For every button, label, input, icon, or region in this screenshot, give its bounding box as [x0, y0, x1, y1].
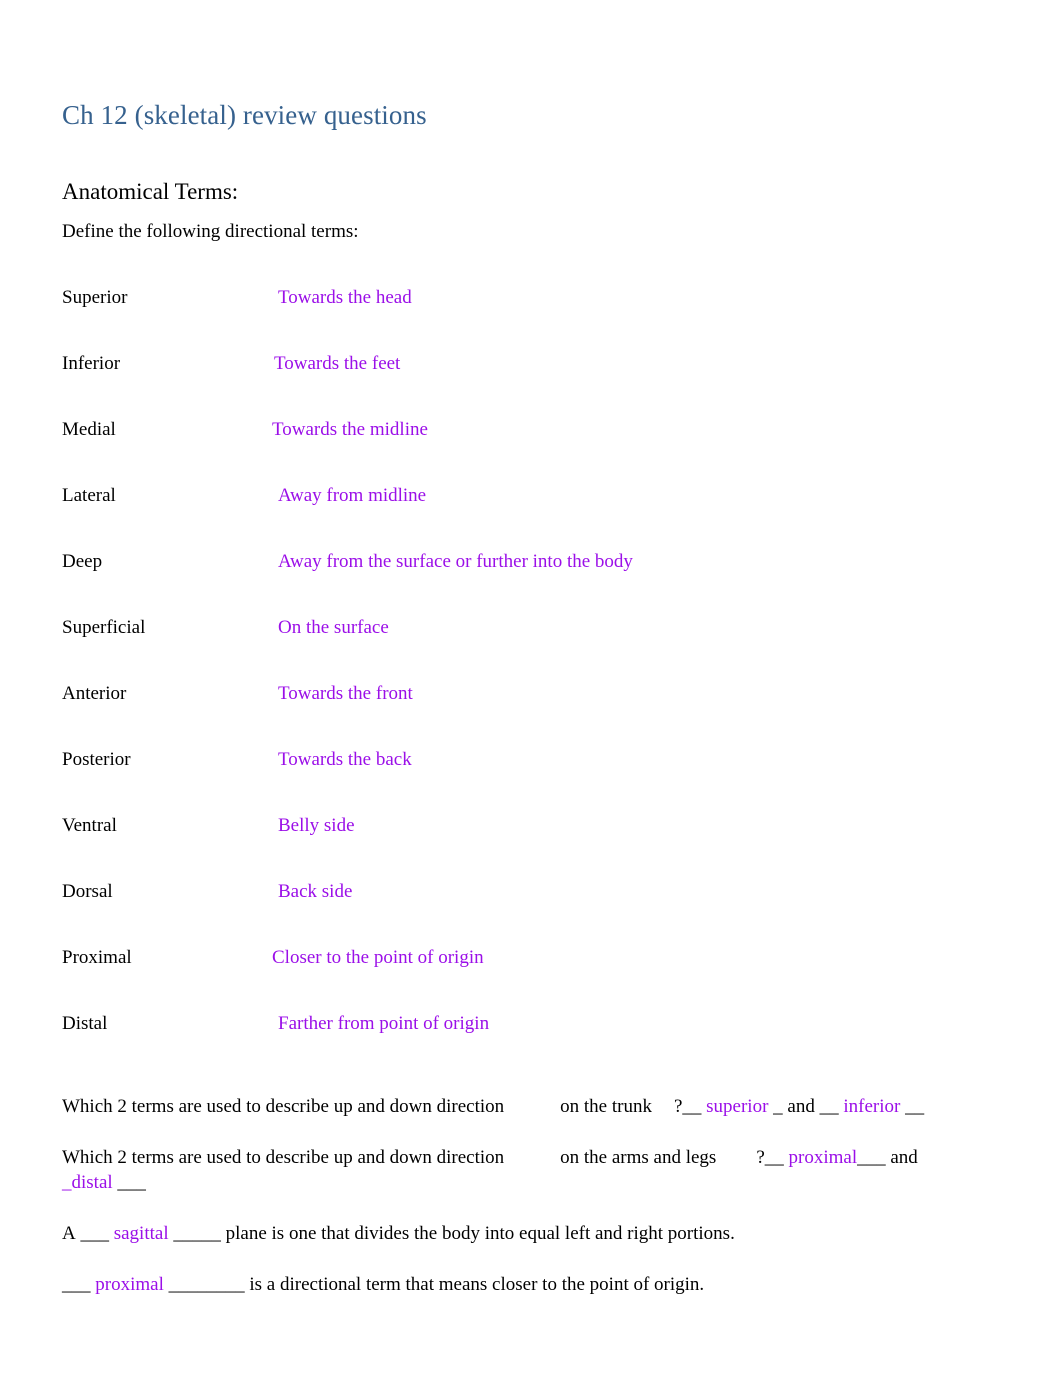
answer-blank: __: [905, 1096, 925, 1117]
term-definition: Towards the feet: [274, 353, 401, 374]
term-definition: Away from midline: [278, 485, 427, 506]
section-heading-anatomical-terms: Anatomical Terms:: [62, 179, 239, 204]
instruction-text: Define the following directional terms:: [62, 221, 359, 242]
term-label: Superior: [62, 287, 128, 308]
term-row: Medial Towards the midline: [62, 418, 1000, 484]
answer-blank: ___: [117, 1172, 146, 1193]
term-label: Ventral: [62, 815, 117, 836]
document-page: Ch 12 (skeletal) review questions Anatom…: [0, 0, 1062, 1377]
term-label: Anterior: [62, 683, 127, 704]
term-row: Ventral Belly side: [62, 814, 1000, 880]
answer-blank-leading: _: [62, 1172, 72, 1193]
conjunction: and: [787, 1096, 815, 1117]
term-row: Anterior Towards the front: [62, 682, 1000, 748]
sentence-suffix: is a directional term that means closer …: [249, 1274, 705, 1295]
term-label: Medial: [62, 419, 116, 440]
answer-text: proximal: [95, 1274, 164, 1295]
term-label: Inferior: [62, 353, 121, 374]
answer-blank: __: [819, 1096, 839, 1117]
answer-text: proximal: [788, 1147, 858, 1168]
question-marker: ?: [756, 1147, 765, 1168]
question-stem: Which 2 terms are used to describe up an…: [62, 1147, 505, 1168]
term-row: Deep Away from the surface or further in…: [62, 550, 1000, 616]
question-proximal-definition: ___ proximal ________ is a directional t…: [62, 1272, 1000, 1297]
term-definition: On the surface: [278, 617, 389, 638]
term-row: Distal Farther from point of origin: [62, 1012, 1000, 1078]
answer-text: distal: [71, 1172, 113, 1193]
sentence-suffix: plane is one that divides the body into …: [225, 1223, 735, 1244]
conjunction: and: [890, 1147, 918, 1168]
term-label: Deep: [62, 551, 103, 572]
term-definition: Away from the surface or further into th…: [278, 551, 633, 572]
answer-blank: __: [764, 1147, 784, 1168]
term-definition: Closer to the point of origin: [272, 947, 484, 968]
term-row: Dorsal Back side: [62, 880, 1000, 946]
term-label: Superficial: [62, 617, 146, 638]
term-definition: Back side: [278, 881, 353, 902]
answer-blank: ________: [168, 1274, 245, 1295]
term-label: Dorsal: [62, 881, 113, 902]
question-trunk-direction: Which 2 terms are used to describe up an…: [62, 1094, 1000, 1119]
answer-text: superior: [706, 1096, 769, 1117]
fill-in-questions: Which 2 terms are used to describe up an…: [62, 1094, 1000, 1297]
question-context: on the trunk: [560, 1096, 652, 1117]
term-definition: Towards the back: [278, 749, 412, 770]
answer-blank: ___: [62, 1274, 91, 1295]
term-definition: Towards the head: [278, 287, 412, 308]
answer-text: sagittal: [113, 1223, 169, 1244]
answer-text: inferior: [843, 1096, 901, 1117]
term-label: Lateral: [62, 485, 116, 506]
document-content: Ch 12 (skeletal) review questions Anatom…: [62, 98, 1000, 1323]
question-sagittal-plane: A ___ sagittal _____ plane is one that d…: [62, 1221, 1000, 1246]
sentence-prefix: A: [62, 1223, 76, 1244]
answer-blank: _: [773, 1096, 783, 1117]
page-title: Ch 12 (skeletal) review questions: [62, 100, 427, 130]
term-label: Proximal: [62, 947, 132, 968]
term-row: Inferior Towards the feet: [62, 352, 1000, 418]
question-stem: Which 2 terms are used to describe up an…: [62, 1096, 505, 1117]
term-definition: Towards the front: [278, 683, 413, 704]
term-row: Superior Towards the head: [62, 286, 1000, 352]
term-row: Lateral Away from midline: [62, 484, 1000, 550]
question-context: on the arms and legs: [560, 1147, 717, 1168]
term-row: Superficial On the surface: [62, 616, 1000, 682]
question-limb-direction: Which 2 terms are used to describe up an…: [62, 1145, 1000, 1195]
term-definition: Farther from point of origin: [278, 1013, 490, 1034]
term-definition: Belly side: [278, 815, 355, 836]
answer-blank: ___: [857, 1147, 886, 1168]
answer-blank: __: [682, 1096, 702, 1117]
term-definition: Towards the midline: [272, 419, 428, 440]
term-label: Posterior: [62, 749, 131, 770]
answer-blank: _____: [173, 1223, 221, 1244]
term-row: Posterior Towards the back: [62, 748, 1000, 814]
term-label: Distal: [62, 1013, 108, 1034]
directional-terms-list: Superior Towards the head Inferior Towar…: [62, 286, 1000, 1078]
answer-blank: ___: [80, 1223, 109, 1244]
term-row: Proximal Closer to the point of origin: [62, 946, 1000, 1012]
